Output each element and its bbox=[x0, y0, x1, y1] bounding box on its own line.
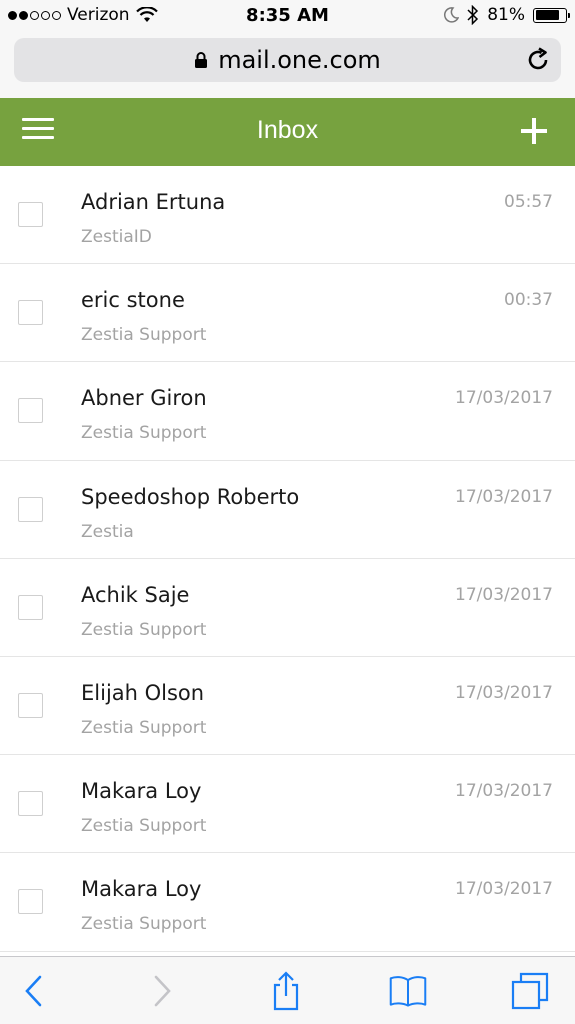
mail-account: Zestia bbox=[81, 521, 134, 542]
mail-select-checkbox[interactable] bbox=[18, 692, 43, 718]
mail-row[interactable]: Makara Loy Zestia Support 17/03/2017 bbox=[0, 853, 575, 952]
browser-toolbar bbox=[0, 956, 575, 1024]
mail-list: Adrian Ertuna ZestiaID 05:57 eric stone Zest… bbox=[0, 166, 575, 952]
bookmarks-book-icon[interactable] bbox=[388, 971, 428, 1011]
battery-percentage: 81% bbox=[487, 5, 525, 25]
mail-timestamp: 17/03/2017 bbox=[455, 682, 553, 703]
mail-select-checkbox[interactable] bbox=[18, 496, 43, 522]
mail-timestamp: 17/03/2017 bbox=[455, 486, 553, 507]
mail-sender: Achik Saje bbox=[81, 582, 190, 607]
battery-icon bbox=[533, 7, 570, 23]
mail-account: Zestia Support bbox=[81, 325, 207, 346]
status-bar: Verizon 8:35 AM 81% bbox=[0, 0, 575, 32]
mail-timestamp: 17/03/2017 bbox=[455, 879, 553, 900]
mail-select-checkbox[interactable] bbox=[18, 594, 43, 620]
mail-timestamp: 05:57 bbox=[504, 192, 553, 212]
app-header: Inbox bbox=[0, 98, 575, 166]
mail-sender: Makara Loy bbox=[81, 877, 202, 902]
mail-row[interactable]: Abner Giron Zestia Support 17/03/2017 bbox=[0, 362, 575, 461]
mail-timestamp: 17/03/2017 bbox=[455, 781, 553, 802]
mail-sender: eric stone bbox=[81, 288, 185, 313]
mail-select-checkbox[interactable] bbox=[18, 791, 43, 817]
mail-sender: Elijah Olson bbox=[81, 680, 205, 705]
mail-sender: Adrian Ertuna bbox=[81, 190, 226, 214]
mail-account: ZestiaID bbox=[81, 227, 152, 247]
mail-account: Zestia Support bbox=[81, 423, 207, 444]
mail-timestamp: 17/03/2017 bbox=[455, 584, 553, 605]
mail-row[interactable]: Elijah Olson Zestia Support 17/03/2017 bbox=[0, 656, 575, 756]
forward-chevron-icon[interactable] bbox=[142, 971, 182, 1011]
mail-row[interactable]: Makara Loy Zestia Support 17/03/2017 bbox=[0, 755, 575, 854]
bluetooth-icon bbox=[467, 5, 479, 25]
page-title: Inbox bbox=[256, 116, 319, 144]
reload-icon[interactable] bbox=[525, 47, 551, 73]
tabs-icon[interactable] bbox=[510, 971, 550, 1011]
mail-row[interactable]: eric stone Zestia Support 00:37 bbox=[0, 264, 575, 363]
mail-sender: Speedoshop Roberto bbox=[81, 484, 300, 509]
mail-sender: Abner Giron bbox=[81, 386, 207, 411]
mail-row[interactable]: Achik Saje Zestia Support 17/03/2017 bbox=[0, 558, 575, 657]
url-text: mail.one.com bbox=[218, 46, 381, 74]
mail-select-checkbox[interactable] bbox=[18, 889, 43, 915]
compose-plus-icon[interactable] bbox=[519, 116, 549, 146]
status-indicators: 81% bbox=[443, 5, 570, 25]
mail-select-checkbox[interactable] bbox=[18, 300, 43, 326]
mail-row[interactable]: Adrian Ertuna ZestiaID 05:57 bbox=[0, 166, 575, 265]
address-bar[interactable]: mail.one.com bbox=[14, 38, 561, 82]
mail-timestamp: 17/03/2017 bbox=[455, 388, 553, 409]
share-icon[interactable] bbox=[266, 971, 306, 1011]
mail-account: Zestia Support bbox=[81, 816, 207, 837]
mail-timestamp: 00:37 bbox=[504, 290, 553, 311]
mail-row[interactable]: Speedoshop Roberto Zestia 17/03/2017 bbox=[0, 460, 575, 559]
mail-select-checkbox[interactable] bbox=[18, 202, 43, 227]
mail-account: Zestia Support bbox=[81, 717, 207, 738]
do-not-disturb-moon-icon bbox=[444, 7, 460, 23]
back-chevron-icon[interactable] bbox=[14, 971, 54, 1011]
mail-select-checkbox[interactable] bbox=[18, 398, 43, 424]
browser-address-area: mail.one.com bbox=[0, 32, 575, 98]
mail-account: Zestia Support bbox=[81, 619, 207, 640]
lock-icon bbox=[195, 52, 208, 68]
mail-sender: Makara Loy bbox=[81, 779, 202, 804]
mail-account: Zestia Support bbox=[81, 914, 207, 935]
